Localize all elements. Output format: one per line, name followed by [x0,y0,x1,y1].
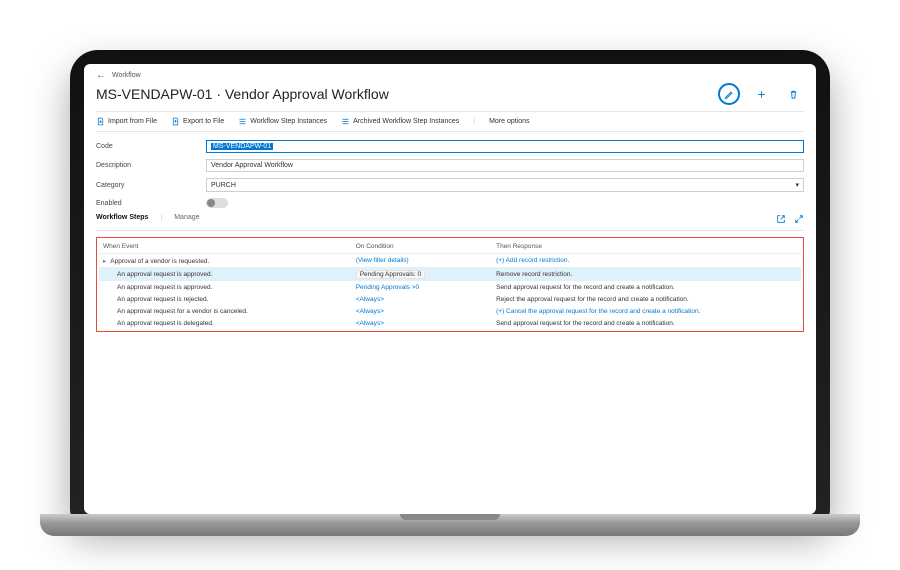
cell-response[interactable]: Reject the approval request for the reco… [492,293,801,305]
export-icon [171,117,180,126]
cell-condition[interactable]: <Always> [352,293,492,305]
code-input[interactable]: MS-VENDAPW-01 [206,140,804,153]
col-header-condition[interactable]: On Condition [352,240,492,254]
import-from-file-button[interactable]: Import from File [96,117,157,126]
import-icon [96,117,105,126]
edit-button[interactable] [718,83,740,105]
cell-response[interactable]: (+) Cancel the approval request for the … [492,305,801,317]
trash-icon [788,89,799,100]
toolbar-separator: | [473,118,475,125]
enabled-toggle[interactable] [206,198,228,208]
description-input[interactable]: Vendor Approval Workflow [206,159,804,172]
more-options-button[interactable]: More options [489,118,529,125]
laptop-base [40,514,860,536]
cell-event: An approval request is approved. [99,267,352,281]
tab-manage[interactable]: Manage [174,214,199,226]
share-icon[interactable] [776,214,786,226]
table-row[interactable]: An approval request is approved.Pending … [99,267,801,281]
archive-icon [341,117,350,126]
cell-response[interactable]: Remove record restriction. [492,267,801,281]
chevron-down-icon: ▾ [795,181,799,189]
page-title: MS-VENDAPW-01 · Vendor Approval Workflow [96,86,389,102]
cell-event: An approval request for a vendor is canc… [99,305,352,317]
action-toolbar: Import from File Export to File Workflow… [96,111,804,132]
category-select[interactable]: PURCH ▾ [206,178,804,192]
table-row[interactable]: An approval request for a vendor is canc… [99,305,801,317]
cell-condition[interactable]: (View filter details) [352,254,492,268]
pencil-icon [724,89,735,100]
list-icon [238,117,247,126]
cell-response[interactable]: (+) Add record restriction. [492,254,801,268]
expand-icon[interactable] [794,214,804,226]
table-row[interactable]: An approval request is delegated.<Always… [99,317,801,329]
table-row[interactable]: An approval request is approved.Pending … [99,281,801,293]
cell-event: ▸Approval of a vendor is requested. [99,254,352,268]
cell-condition[interactable]: <Always> [352,305,492,317]
col-header-response[interactable]: Then Response [492,240,801,254]
cell-event: An approval request is approved. [99,281,352,293]
cell-event: An approval request is delegated. [99,317,352,329]
workflow-steps-table: When Event On Condition Then Response ▸A… [99,240,801,329]
laptop-frame: ← Workflow MS-VENDAPW-01 · Vendor Approv… [70,50,830,520]
code-label: Code [96,143,206,150]
tab-workflow-steps[interactable]: Workflow Steps [96,214,148,226]
cell-condition[interactable]: <Always> [352,317,492,329]
cell-condition[interactable]: Pending Approvals: 0 [352,267,492,281]
table-row[interactable]: An approval request is rejected.<Always>… [99,293,801,305]
col-header-event[interactable]: When Event [99,240,352,254]
breadcrumb: Workflow [112,72,141,79]
export-to-file-button[interactable]: Export to File [171,117,224,126]
new-button[interactable] [750,83,772,105]
back-arrow-icon[interactable]: ← [96,70,106,81]
archived-instances-button[interactable]: Archived Workflow Step Instances [341,117,459,126]
plus-icon [756,89,767,100]
workflow-step-instances-button[interactable]: Workflow Step Instances [238,117,327,126]
cell-response[interactable]: Send approval request for the record and… [492,281,801,293]
app-screen: ← Workflow MS-VENDAPW-01 · Vendor Approv… [84,64,816,514]
table-row[interactable]: ▸Approval of a vendor is requested.(View… [99,254,801,268]
enabled-label: Enabled [96,200,206,207]
delete-button[interactable] [782,83,804,105]
workflow-steps-table-wrapper: When Event On Condition Then Response ▸A… [96,237,804,332]
cell-condition[interactable]: Pending Approvals >0 [352,281,492,293]
description-label: Description [96,162,206,169]
cell-event: An approval request is rejected. [99,293,352,305]
cell-response[interactable]: Send approval request for the record and… [492,317,801,329]
category-label: Category [96,182,206,189]
